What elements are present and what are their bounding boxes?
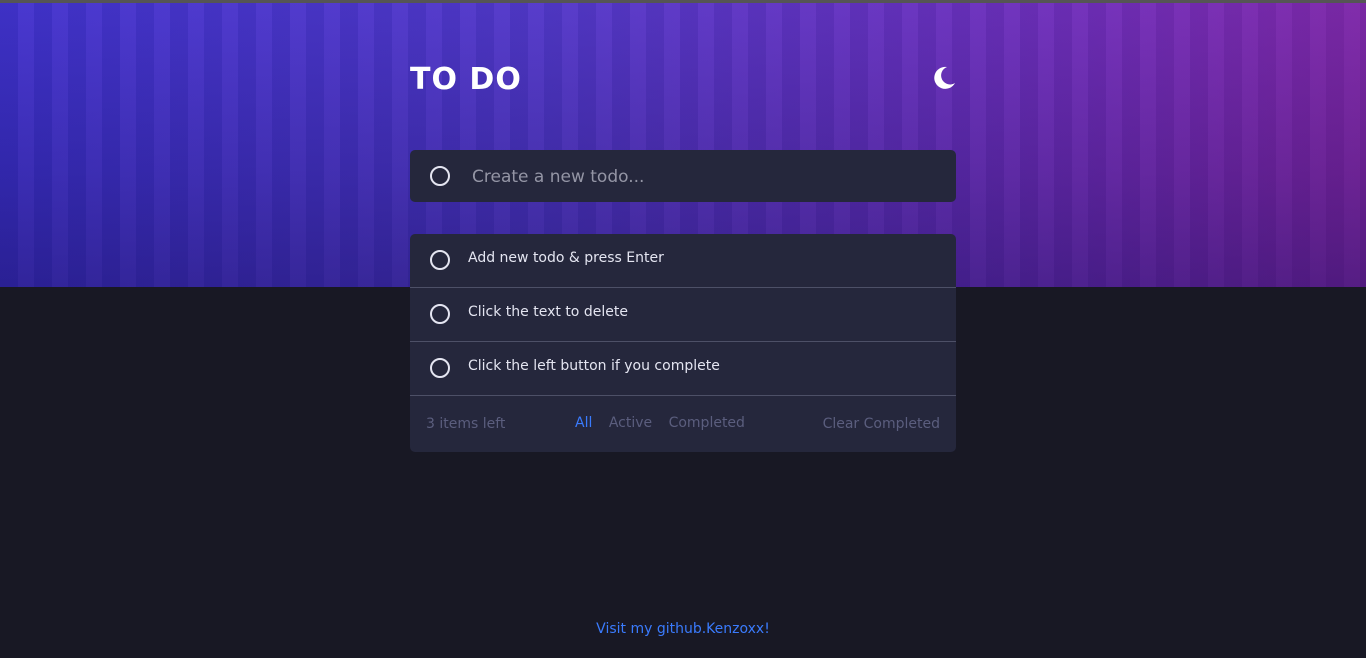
filter-completed[interactable]: Completed: [669, 415, 745, 431]
new-todo-check-circle[interactable]: [430, 166, 450, 186]
filter-active[interactable]: Active: [609, 415, 652, 431]
todo-check-circle[interactable]: [430, 250, 450, 270]
todo-text[interactable]: Click the left button if you complete: [468, 358, 720, 374]
new-todo-input[interactable]: [470, 160, 934, 194]
theme-toggle-button[interactable]: [930, 64, 958, 92]
github-link[interactable]: Visit my github.Kenzoxx!: [596, 621, 770, 637]
moon-icon: [934, 66, 955, 89]
filter-all[interactable]: All: [575, 415, 592, 431]
todo-check-circle[interactable]: [430, 358, 450, 378]
todo-check-circle[interactable]: [430, 304, 450, 324]
new-todo-box: [410, 150, 956, 202]
page-title: TO DO: [410, 62, 522, 97]
filter-group: All Active Completed: [575, 415, 757, 431]
clear-completed-button[interactable]: Clear Completed: [823, 416, 940, 432]
items-left-count: 3 items left: [426, 416, 506, 432]
footer-credit: Visit my github.Kenzoxx!: [0, 621, 1366, 637]
todo-list: Add new todo & press Enter Click the tex…: [410, 234, 956, 452]
todo-item: Click the left button if you complete: [410, 342, 956, 396]
todo-text[interactable]: Add new todo & press Enter: [468, 250, 664, 266]
todo-item: Click the text to delete: [410, 288, 956, 342]
todo-footer: 3 items left All Active Completed Clear …: [410, 396, 956, 452]
todo-item: Add new todo & press Enter: [410, 234, 956, 288]
todo-text[interactable]: Click the text to delete: [468, 304, 628, 320]
